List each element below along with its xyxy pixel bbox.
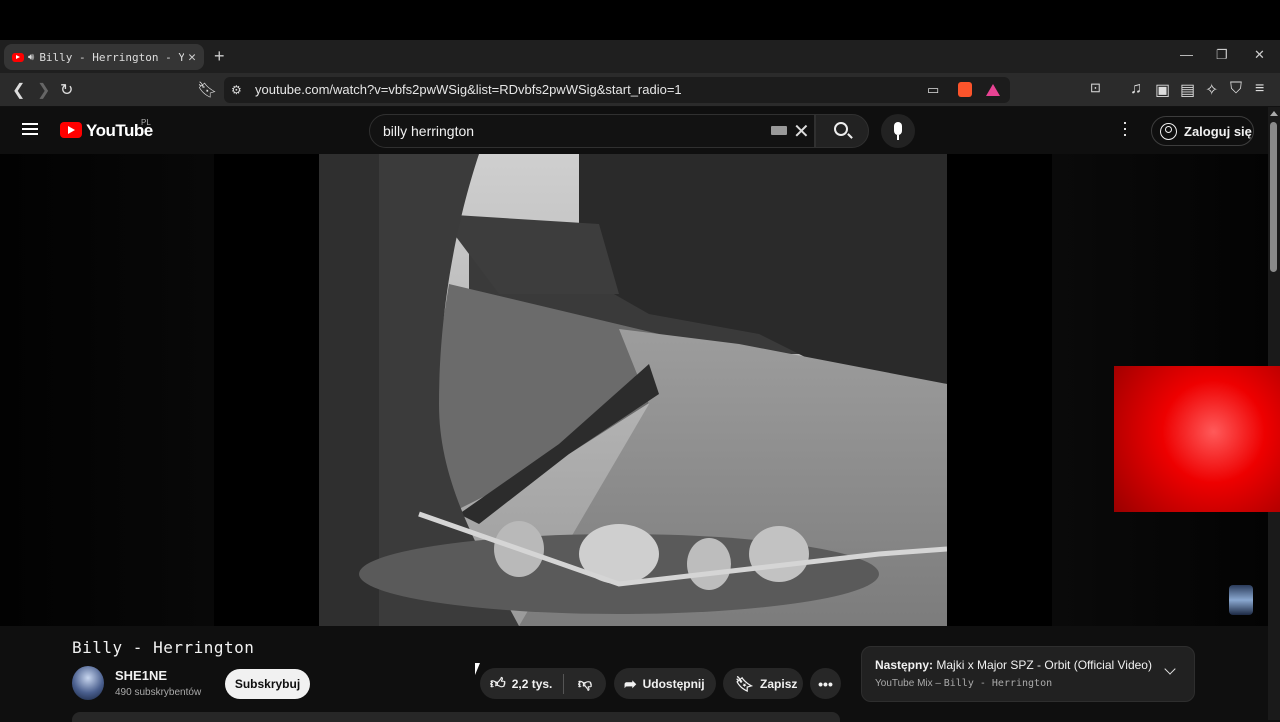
subscriber-count: 490 subskrybentów: [115, 687, 202, 698]
channel-name[interactable]: SHE1NE: [115, 668, 167, 683]
video-player[interactable]: [319, 154, 947, 626]
vpn-icon[interactable]: ⛉: [1230, 80, 1242, 98]
reload-icon[interactable]: ↻: [60, 80, 73, 100]
dislike-icon[interactable]: 👎︎: [564, 675, 606, 692]
save-label: Zapisz: [760, 676, 798, 691]
site-settings-icon[interactable]: ⚙: [231, 83, 242, 97]
tab-title: Billy - Herrington - YouTube: [39, 50, 185, 64]
youtube-favicon-icon: [12, 52, 24, 62]
mic-icon[interactable]: [881, 114, 915, 148]
up-next-title[interactable]: Następny: Majki x Major SPZ - Orbit (Off…: [875, 658, 1152, 672]
up-next-prefix: Następny:: [875, 658, 934, 672]
ambient-left-inner: [214, 154, 319, 626]
video-title: Billy - Herrington: [72, 638, 255, 657]
sidebar-icon[interactable]: ▣: [1155, 80, 1170, 100]
browser-menu-icon[interactable]: ≡: [1255, 80, 1264, 98]
share-icon: ➦: [624, 675, 637, 693]
new-tab-icon[interactable]: +: [214, 46, 225, 67]
subscribe-button[interactable]: Subskrybuj: [225, 669, 310, 699]
video-frame: [319, 154, 947, 626]
leo-ai-icon[interactable]: ✧: [1205, 80, 1218, 100]
login-label: Zaloguj się: [1184, 123, 1252, 139]
cast-icon[interactable]: ▭: [927, 82, 939, 98]
webcam-overlay: [1114, 366, 1280, 512]
close-window-icon[interactable]: ✕: [1254, 47, 1265, 63]
channel-watermark[interactable]: [1229, 585, 1253, 615]
bookmark-icon[interactable]: 🔖︎: [197, 80, 217, 100]
minimize-icon[interactable]: —: [1180, 47, 1193, 62]
ambient-left: [0, 154, 214, 626]
wallet-icon[interactable]: ▤: [1180, 80, 1195, 100]
speaker-icon[interactable]: 🔊︎: [28, 52, 34, 63]
search-icon: [834, 122, 848, 136]
up-next-panel[interactable]: [861, 646, 1195, 702]
restore-icon[interactable]: ❐: [1216, 47, 1228, 63]
brave-shield-icon[interactable]: [958, 82, 972, 97]
share-button[interactable]: ➦ Udostępnij: [614, 668, 716, 699]
like-dislike-group: 👍︎ 2,2 tys. 👎︎: [480, 668, 606, 699]
share-label: Udostępnij: [642, 676, 705, 691]
more-actions-icon[interactable]: •••: [810, 668, 841, 699]
window-top: [0, 0, 1280, 40]
save-button[interactable]: 🔖︎ Zapisz: [723, 668, 803, 699]
scroll-up-icon[interactable]: [1270, 111, 1278, 116]
clear-search-icon[interactable]: ✕: [793, 119, 810, 144]
mouse-cursor: [475, 663, 480, 675]
browser-tab[interactable]: 🔊︎ Billy - Herrington - YouTube ✕: [4, 44, 204, 70]
scrollbar-thumb[interactable]: [1270, 122, 1277, 272]
channel-avatar[interactable]: [72, 666, 104, 700]
back-icon[interactable]: ❮: [12, 80, 25, 100]
search-value[interactable]: billy herrington: [383, 123, 474, 139]
region-label: PL: [141, 118, 151, 127]
description-box[interactable]: [72, 712, 840, 722]
account-icon: [1160, 122, 1177, 140]
forward-icon[interactable]: ❯: [37, 80, 50, 100]
up-next-playlist: Billy - Herrington: [943, 678, 1053, 689]
keyboard-icon[interactable]: [771, 126, 787, 135]
menu-icon[interactable]: [22, 123, 38, 135]
brave-rewards-icon[interactable]: [986, 84, 1000, 96]
screenshot-icon[interactable]: ⊡: [1090, 80, 1101, 96]
url-text[interactable]: youtube.com/watch?v=vbfs2pwWSig&list=RDv…: [255, 82, 682, 97]
up-next-video: Majki x Major SPZ - Orbit (Official Vide…: [936, 658, 1152, 672]
login-button[interactable]: Zaloguj się: [1151, 116, 1254, 146]
music-icon[interactable]: ♫: [1130, 80, 1142, 98]
close-tab-icon[interactable]: ✕: [188, 50, 196, 65]
like-button[interactable]: 👍︎ 2,2 tys.: [480, 668, 563, 699]
up-next-source-label: YouTube Mix –: [875, 678, 941, 689]
settings-kebab-icon[interactable]: · · ·: [1122, 113, 1128, 143]
like-icon: 👍︎: [490, 674, 506, 692]
youtube-logo-icon[interactable]: [60, 122, 82, 138]
like-count: 2,2 tys.: [511, 676, 553, 691]
save-icon: 🔖︎: [735, 675, 755, 693]
up-next-source: YouTube Mix – Billy - Herrington: [875, 678, 1052, 689]
